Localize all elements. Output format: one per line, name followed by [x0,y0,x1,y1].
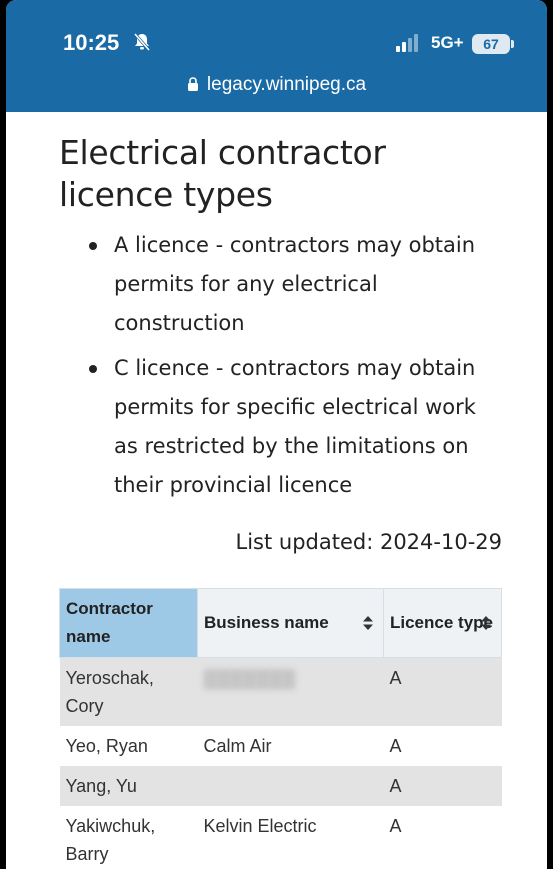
column-header-business-name[interactable]: Business name [197,588,384,658]
sort-icon [481,616,491,630]
licence-type-cell: A [383,726,502,766]
contractor-name-cell: Yeo, Ryan [59,726,198,766]
licence-type-cell: A [383,806,502,869]
column-label: Business name [204,613,329,632]
table-row: Yeroschak, Cory ▓▓▓▓▓▓▓ A [59,657,502,726]
licence-c-description: C licence - contractors may obtain permi… [114,356,476,497]
bullet-icon [89,242,97,250]
licence-type-cell: A [383,766,502,806]
phone-screen: 10:25 5G+ 67 legacy.winnipeg.ca Electric… [6,0,547,869]
column-header-contractor-name[interactable]: Contractor name [59,588,198,658]
lock-icon [187,77,198,91]
network-label: 5G+ [431,33,464,52]
battery-icon: 67 [472,34,510,54]
page-title: Electrical contractor licence types [59,133,386,214]
business-name-cell [197,766,384,806]
redacted-text: ▓▓▓▓▓▓▓ [203,668,296,688]
contractor-table: Contractor name Business name Licence ty… [59,588,502,869]
business-name-cell: Kelvin Electric [197,806,384,869]
status-time: 10:25 [63,30,120,55]
list-updated-date: List updated: 2024-10-29 [235,530,503,554]
battery-level: 67 [483,36,499,52]
page-content: Electrical contractor licence types A li… [6,112,547,869]
browser-top-bar: 10:25 5G+ 67 legacy.winnipeg.ca [6,0,547,112]
table-header-row: Contractor name Business name Licence ty… [59,588,502,658]
business-name-cell: Calm Air [197,726,384,766]
licence-type-cell: A [383,657,502,726]
list-item: A licence - contractors may obtain permi… [84,226,504,343]
business-name-cell: ▓▓▓▓▓▓▓ [197,657,384,726]
bell-muted-icon [133,33,151,51]
licence-type-list: A licence - contractors may obtain permi… [84,226,504,511]
url-text: legacy.winnipeg.ca [206,74,367,95]
table-row: Yakiwchuk, Barry Kelvin Electric A [59,806,502,869]
column-label: Contractor name [66,599,153,646]
contractor-name-cell: Yeroschak, Cory [59,657,198,726]
signal-icon [396,34,418,52]
list-item: C licence - contractors may obtain permi… [84,349,504,505]
contractor-name-cell: Yakiwchuk, Barry [59,806,198,869]
battery-nub [511,40,514,48]
bullet-icon [89,365,97,373]
table-row: Yang, Yu A [59,766,502,806]
table-row: Yeo, Ryan Calm Air A [59,726,502,766]
contractor-name-cell: Yang, Yu [59,766,198,806]
licence-a-description: A licence - contractors may obtain permi… [114,233,476,335]
sort-icon [363,616,373,630]
column-header-licence-type[interactable]: Licence type [383,588,502,658]
column-label: Licence type [390,613,493,632]
address-bar[interactable]: legacy.winnipeg.ca [6,74,547,96]
